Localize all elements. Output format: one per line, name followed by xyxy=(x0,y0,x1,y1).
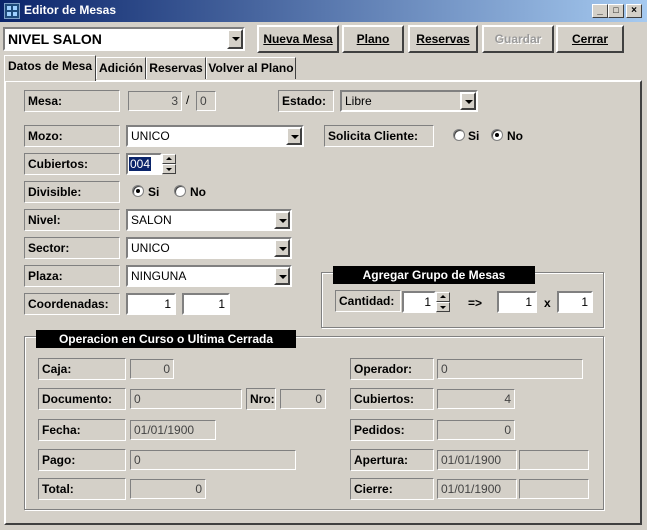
nro-label: Nro: xyxy=(246,388,276,410)
cierre-time-field xyxy=(519,479,589,499)
apertura-time-field xyxy=(519,450,589,470)
grupo-y-input[interactable]: 1 xyxy=(557,291,593,313)
cubiertos-spinner[interactable] xyxy=(162,154,176,174)
cantidad-label: Cantidad: xyxy=(335,290,401,312)
estado-select[interactable]: Libre xyxy=(340,90,478,112)
mesa-separator: / xyxy=(186,93,190,107)
tab-adicion[interactable]: Adición xyxy=(96,57,146,79)
mozo-select[interactable]: UNICO xyxy=(126,125,304,147)
total-field: 0 xyxy=(130,479,206,499)
coordenadas-label: Coordenadas: xyxy=(24,293,120,315)
grupo-times-text: x xyxy=(544,296,551,310)
chevron-down-icon[interactable] xyxy=(274,239,290,257)
mesa-label: Mesa: xyxy=(24,90,120,112)
divisible-no-radio[interactable] xyxy=(174,185,186,197)
chevron-down-icon[interactable] xyxy=(274,211,290,229)
operacion-title: Operacion en Curso o Ultima Cerrada xyxy=(36,330,296,348)
apertura-date-field: 01/01/1900 xyxy=(437,450,517,470)
mozo-label: Mozo: xyxy=(24,125,120,147)
plaza-select-value: NINGUNA xyxy=(131,269,187,283)
cierre-label: Cierre: xyxy=(350,478,434,500)
cubiertos-input-value: 004 xyxy=(129,157,152,171)
cubiertos-input[interactable]: 004 xyxy=(126,153,162,175)
cantidad-spinner[interactable] xyxy=(436,292,450,312)
caja-label: Caja: xyxy=(38,358,126,380)
fecha-label: Fecha: xyxy=(38,419,126,441)
sector-select[interactable]: UNICO xyxy=(126,237,292,259)
app-icon xyxy=(4,3,20,19)
guardar-button[interactable]: Guardar xyxy=(482,25,554,53)
caja-field: 0 xyxy=(130,359,174,379)
pedidos-field: 0 xyxy=(437,420,515,440)
operador-label: Operador: xyxy=(350,358,434,380)
grupo-x-input[interactable]: 1 xyxy=(497,291,537,313)
chevron-down-icon[interactable] xyxy=(274,267,290,285)
solicita-si-radio[interactable] xyxy=(453,129,465,141)
divisible-si-label: Si xyxy=(148,185,160,199)
nivel-field-value: SALON xyxy=(131,213,172,227)
mozo-select-value: UNICO xyxy=(131,129,170,143)
minimize-button[interactable]: _ xyxy=(592,4,608,18)
estado-select-value: Libre xyxy=(345,94,372,108)
apertura-label: Apertura: xyxy=(350,449,434,471)
chevron-down-icon[interactable] xyxy=(286,127,302,145)
mesa-number-field: 3 xyxy=(128,91,182,111)
plaza-label: Plaza: xyxy=(24,265,120,287)
chevron-down-icon[interactable] xyxy=(227,29,243,49)
nivel-select-value: NIVEL SALON xyxy=(8,31,102,47)
divisible-si-radio[interactable] xyxy=(132,185,144,197)
solicita-no-radio[interactable] xyxy=(491,129,503,141)
operador-field: 0 xyxy=(437,359,583,379)
estado-label: Estado: xyxy=(278,90,334,112)
tab-datos-de-mesa[interactable]: Datos de Mesa xyxy=(4,55,96,81)
solicita-si-label: Si xyxy=(468,129,480,143)
pago-label: Pago: xyxy=(38,449,126,471)
divisible-label: Divisible: xyxy=(24,181,120,203)
nivel-field-select[interactable]: SALON xyxy=(126,209,292,231)
nueva-mesa-button[interactable]: Nueva Mesa xyxy=(257,25,339,53)
nivel-select[interactable]: NIVEL SALON xyxy=(3,27,245,51)
chevron-down-icon[interactable] xyxy=(460,92,476,110)
plano-button[interactable]: Plano xyxy=(342,25,404,53)
agregar-grupo-title: Agregar Grupo de Mesas xyxy=(333,266,535,284)
fecha-field: 01/01/1900 xyxy=(130,420,216,440)
op-cubiertos-field: 4 xyxy=(437,389,515,409)
op-cubiertos-label: Cubiertos: xyxy=(350,388,434,410)
window-title: Editor de Mesas xyxy=(24,3,117,17)
tab-volver-al-plano[interactable]: Volver al Plano xyxy=(206,57,296,79)
total-label: Total: xyxy=(38,478,126,500)
mesa-sub-field: 0 xyxy=(196,91,216,111)
nro-field: 0 xyxy=(280,389,326,409)
solicita-cliente-label: Solicita Cliente: xyxy=(324,125,434,147)
coord-x-input[interactable]: 1 xyxy=(126,293,176,315)
title-bar: Editor de Mesas _ □ × xyxy=(0,0,647,22)
coord-y-input[interactable]: 1 xyxy=(182,293,230,315)
grupo-arrow-text: => xyxy=(468,296,483,310)
maximize-button[interactable]: □ xyxy=(608,4,624,18)
documento-label: Documento: xyxy=(38,388,126,410)
cantidad-input[interactable]: 1 xyxy=(402,291,436,313)
cierre-date-field: 01/01/1900 xyxy=(437,479,517,499)
cubiertos-label: Cubiertos: xyxy=(24,153,120,175)
sector-select-value: UNICO xyxy=(131,241,170,255)
reservas-button[interactable]: Reservas xyxy=(408,25,478,53)
cerrar-button[interactable]: Cerrar xyxy=(556,25,624,53)
divisible-no-label: No xyxy=(190,185,206,199)
documento-field: 0 xyxy=(130,389,242,409)
tab-reservas[interactable]: Reservas xyxy=(146,57,206,79)
pedidos-label: Pedidos: xyxy=(350,419,434,441)
pago-field: 0 xyxy=(130,450,296,470)
solicita-no-label: No xyxy=(507,129,523,143)
sector-label: Sector: xyxy=(24,237,120,259)
plaza-select[interactable]: NINGUNA xyxy=(126,265,292,287)
close-button[interactable]: × xyxy=(626,4,642,18)
nivel-label: Nivel: xyxy=(24,209,120,231)
